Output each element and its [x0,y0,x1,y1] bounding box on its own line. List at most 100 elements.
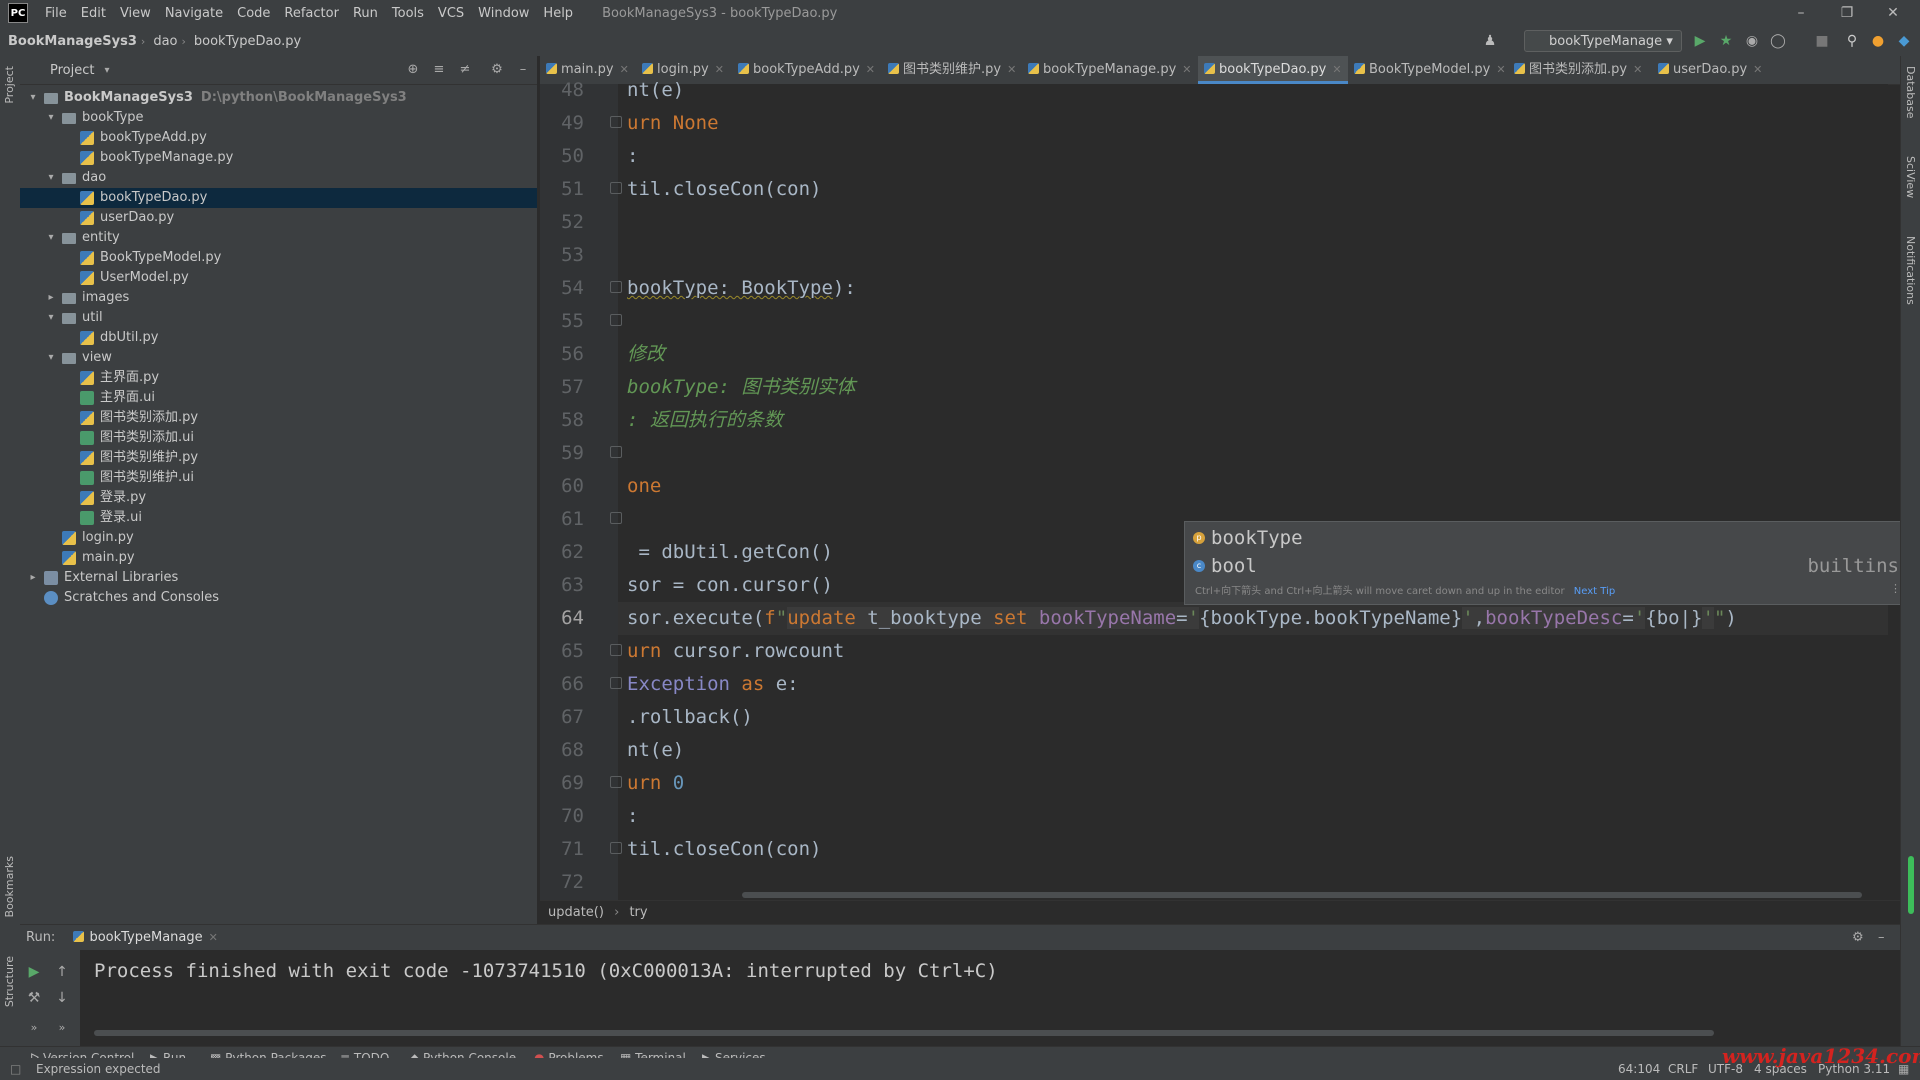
breadcrumb-project[interactable]: BookManageSys3 [0,34,141,49]
next-tip-link[interactable]: Next Tip [1574,586,1615,597]
tree-item[interactable]: ▾ dao [20,168,537,188]
run-config-select[interactable]: bookTypeManage ▾ [1524,30,1682,52]
editor-tab[interactable]: 图书类别添加.py ✕ [1508,56,1652,84]
menu-file[interactable]: File [38,6,74,21]
memory-indicator[interactable] [1908,856,1914,914]
menu-view[interactable]: View [113,6,158,21]
chevron-down-icon[interactable]: ▾ [44,228,58,248]
hide-icon[interactable]: – [514,61,532,79]
tree-item[interactable]: 图书类别添加.py [20,408,537,428]
close-icon[interactable]: ✕ [1332,63,1341,76]
profile-icon[interactable]: ◯ [1768,31,1788,51]
tree-item[interactable]: 主界面.py [20,368,537,388]
caret-position[interactable]: 64:104 [1618,1058,1660,1080]
menu-edit[interactable]: Edit [74,6,113,21]
menu-run[interactable]: Run [346,6,385,21]
close-icon[interactable]: ✕ [1182,63,1191,76]
tree-item[interactable]: 登录.py [20,488,537,508]
menu-vcs[interactable]: VCS [431,6,471,21]
tree-item[interactable]: ▾ view [20,348,537,368]
locate-icon[interactable]: ⊕ [404,61,422,79]
fold-marker-icon[interactable] [610,512,622,524]
wrench-icon[interactable]: ⚒ [24,988,44,1008]
autocomplete-item[interactable]: c bool builtins [1185,552,1907,580]
tree-item[interactable]: 登录.ui [20,508,537,528]
menu-code[interactable]: Code [230,6,277,21]
rerun-icon[interactable]: ▶ [24,962,44,982]
user-icon[interactable]: ♟ [1480,31,1500,51]
tree-item[interactable]: 主界面.ui [20,388,537,408]
arrow-up-icon[interactable]: ↑ [52,962,72,982]
autocomplete-item[interactable]: p bookType [1185,524,1907,552]
notifications-tool-label[interactable]: Notifications [1904,236,1917,305]
fold-marker-icon[interactable] [610,776,622,788]
arrow-down-icon[interactable]: ↓ [52,988,72,1008]
close-icon[interactable]: ✕ [209,931,218,944]
tree-item[interactable]: BookTypeModel.py [20,248,537,268]
gear-icon[interactable]: ⚙ [1852,925,1864,951]
structure-tool-label[interactable]: Structure [3,956,16,1007]
fold-marker-icon[interactable] [610,446,622,458]
more-icon[interactable]: » [24,1018,44,1038]
editor-tab[interactable]: bookTypeDao.py ✕ [1198,56,1348,84]
fold-marker-icon[interactable] [610,182,622,194]
minimize-icon[interactable]: – [1778,0,1824,26]
breadcrumb-folder[interactable]: dao [145,34,181,49]
close-icon[interactable]: ✕ [1753,63,1762,76]
stop-icon[interactable]: ■ [1812,31,1832,51]
fold-marker-icon[interactable] [610,644,622,656]
chevron-down-icon[interactable]: ▾ [44,348,58,368]
maximize-icon[interactable]: ❐ [1824,0,1870,26]
chevron-down-icon[interactable]: ▾ [44,168,58,188]
tree-item[interactable]: Scratches and Consoles [20,588,537,608]
close-icon[interactable]: ✕ [866,63,875,76]
update-icon[interactable]: ● [1868,31,1888,51]
search-icon[interactable]: ⚲ [1842,31,1862,51]
menu-navigate[interactable]: Navigate [158,6,230,21]
chevron-down-icon[interactable]: ▾ [44,308,58,328]
editor-tab[interactable]: BookTypeModel.py ✕ [1348,56,1508,84]
tree-item[interactable]: dbUtil.py [20,328,537,348]
breadcrumb-function[interactable]: update() [548,905,604,920]
console-horizontal-scrollbar[interactable] [94,1030,1714,1036]
tree-item[interactable]: ▸ images [20,288,537,308]
editor-tab[interactable]: 图书类别维护.py ✕ [882,56,1022,84]
menu-refactor[interactable]: Refactor [277,6,346,21]
tree-item[interactable]: ▾ entity [20,228,537,248]
editor-tab[interactable]: userDao.py ✕ [1652,56,1762,84]
menu-window[interactable]: Window [471,6,536,21]
close-icon[interactable]: ✕ [1496,63,1505,76]
tree-item[interactable]: bookTypeAdd.py [20,128,537,148]
fold-marker-icon[interactable] [610,116,622,128]
tree-item[interactable]: ▾ BookManageSys3 D:\python\BookManageSys3 [20,88,537,108]
breadcrumb-block[interactable]: try [629,905,647,920]
fold-marker-icon[interactable] [610,842,622,854]
tree-item[interactable]: 图书类别维护.py [20,448,537,468]
plugin-icon[interactable]: ◆ [1894,31,1914,51]
editor-tab[interactable]: bookTypeAdd.py ✕ [732,56,882,84]
debug-icon[interactable]: ★ [1716,31,1736,51]
project-tool-label[interactable]: Project [3,66,16,104]
close-icon[interactable]: ✕ [715,63,724,76]
sciview-tool-label[interactable]: SciView [1904,156,1917,198]
tree-item[interactable]: ▸ External Libraries [20,568,537,588]
database-tool-label[interactable]: Database [1904,66,1917,119]
close-icon[interactable]: ✕ [1007,63,1016,76]
tree-item[interactable]: 图书类别添加.ui [20,428,537,448]
code-editor[interactable] [618,84,1888,900]
tree-item[interactable]: login.py [20,528,537,548]
project-panel-title[interactable]: Project [50,63,94,78]
breadcrumb-file[interactable]: bookTypeDao.py [186,34,305,49]
bookmarks-tool-label[interactable]: Bookmarks [3,856,16,917]
menu-tools[interactable]: Tools [385,6,431,21]
run-icon[interactable]: ▶ [1690,31,1710,51]
layout-icon[interactable]: □ [10,1058,21,1080]
tree-item[interactable]: ▾ util [20,308,537,328]
tree-item[interactable]: 图书类别维护.ui [20,468,537,488]
gear-icon[interactable]: ⚙ [488,61,506,79]
fold-marker-icon[interactable] [610,281,622,293]
run-tab[interactable]: bookTypeManage ✕ [73,930,218,945]
more-icon[interactable]: » [52,1018,72,1038]
chevron-down-icon[interactable]: ▾ [26,88,40,108]
tree-item[interactable]: ▾ bookType [20,108,537,128]
